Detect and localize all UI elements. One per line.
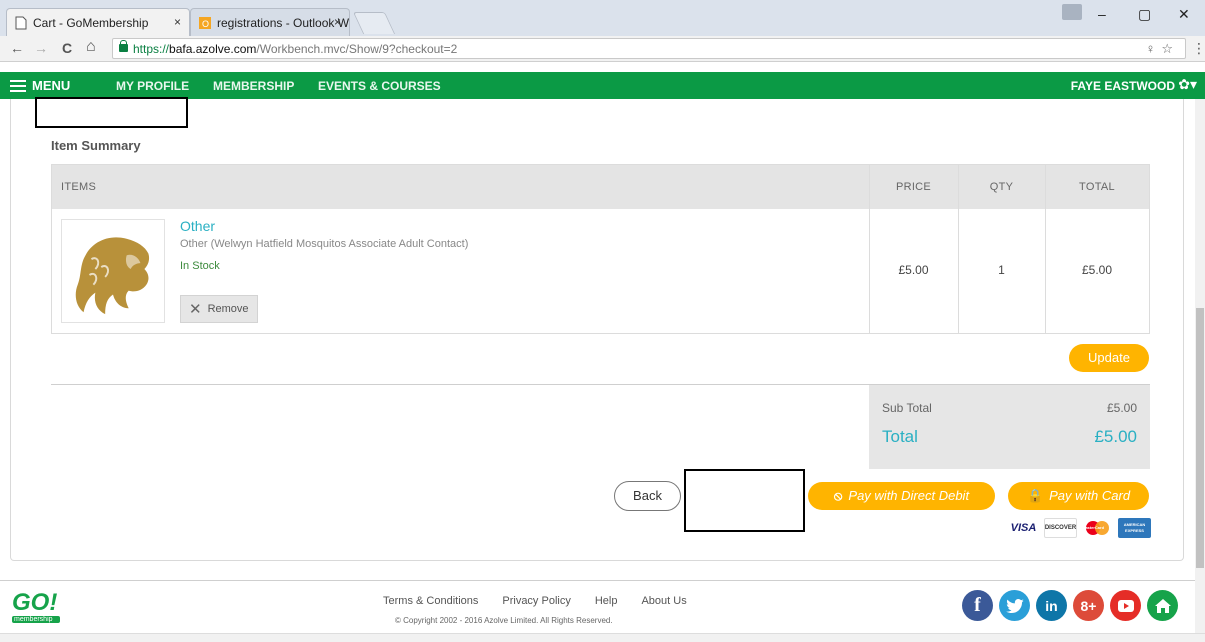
stock-status: In Stock bbox=[180, 260, 220, 272]
lock-icon: 🔒 bbox=[1026, 488, 1044, 503]
minimize-icon[interactable]: – bbox=[1098, 6, 1106, 22]
logo-text: GO! bbox=[12, 589, 58, 616]
play-icon bbox=[1117, 599, 1134, 612]
house-icon bbox=[1154, 598, 1171, 613]
terms-link[interactable]: Terms & Conditions bbox=[383, 595, 478, 607]
lion-logo-icon bbox=[75, 237, 150, 315]
redacted-box bbox=[35, 97, 188, 128]
maximize-icon[interactable]: ▢ bbox=[1138, 6, 1151, 23]
card-logos: VISA DISCOVER MasterCard AMERICAN EXPRES… bbox=[1007, 518, 1151, 538]
mastercard-icon: MasterCard bbox=[1081, 518, 1114, 538]
tab-title: registrations - Outlook W bbox=[217, 16, 350, 30]
update-button[interactable]: Update bbox=[1069, 344, 1149, 372]
header-price: PRICE bbox=[869, 165, 958, 209]
social-icons: f in 8+ bbox=[962, 590, 1178, 621]
close-tab-icon[interactable]: × bbox=[174, 15, 181, 29]
total-label: Total bbox=[882, 427, 918, 446]
googleplus-icon[interactable]: 8+ bbox=[1073, 590, 1104, 621]
home-icon[interactable]: ⌂ bbox=[86, 38, 96, 56]
section-title: Item Summary bbox=[51, 138, 141, 153]
profile-icon[interactable] bbox=[1062, 4, 1082, 20]
sub-total-label: Sub Total bbox=[882, 401, 932, 415]
pay-direct-debit-label: Pay with Direct Debit bbox=[848, 488, 970, 503]
browser-menu-icon[interactable]: ⋮ bbox=[1192, 40, 1205, 57]
about-link[interactable]: About Us bbox=[641, 595, 686, 607]
back-button[interactable]: Back bbox=[614, 481, 681, 511]
gear-icon[interactable]: ✿▾ bbox=[1178, 76, 1197, 93]
close-window-icon[interactable]: ✕ bbox=[1178, 6, 1190, 23]
linkedin-icon[interactable]: in bbox=[1036, 590, 1067, 621]
header-items: ITEMS bbox=[52, 165, 869, 209]
remove-label: Remove bbox=[207, 303, 249, 315]
items-table: ITEMS PRICE QTY TOTAL Other Other (Welwy… bbox=[51, 164, 1150, 334]
horizontal-scrollbar[interactable] bbox=[0, 633, 1205, 642]
nav-link-events-courses[interactable]: EVENTS & COURSES bbox=[318, 79, 441, 93]
logo-subtext: membership bbox=[12, 616, 60, 623]
bookmark-star-icon[interactable]: ♀☆ bbox=[1146, 41, 1179, 57]
item-description: Other (Welwyn Hatfield Mosquitos Associa… bbox=[180, 238, 469, 250]
tab-cart[interactable]: Cart - GoMembership × bbox=[6, 8, 190, 36]
header-total: TOTAL bbox=[1045, 165, 1149, 209]
reload-icon[interactable]: C bbox=[62, 40, 72, 56]
direct-debit-icon: ⦸ bbox=[833, 488, 843, 503]
redacted-box bbox=[684, 469, 805, 532]
total-value: £5.00 bbox=[1094, 427, 1137, 446]
item-name-link[interactable]: Other bbox=[180, 218, 215, 234]
menu-button[interactable]: MENU bbox=[10, 78, 70, 93]
item-price: £5.00 bbox=[898, 263, 929, 277]
item-thumbnail bbox=[61, 219, 165, 323]
go-membership-logo[interactable]: GO! membership bbox=[12, 590, 68, 628]
pay-direct-debit-button[interactable]: ⦸ Pay with Direct Debit bbox=[808, 482, 995, 510]
tab-title: Cart - GoMembership bbox=[33, 16, 149, 30]
url-input[interactable]: https://bafa.azolve.com/Workbench.mvc/Sh… bbox=[112, 38, 1186, 59]
hamburger-icon bbox=[10, 79, 26, 92]
amex-icon: AMERICAN EXPRESS bbox=[1118, 518, 1151, 538]
back-arrow-icon[interactable]: ← bbox=[10, 40, 24, 56]
url-text: https://bafa.azolve.com/Workbench.mvc/Sh… bbox=[133, 42, 458, 56]
remove-button[interactable]: ✕ Remove bbox=[180, 295, 258, 323]
footer-divider bbox=[0, 580, 1195, 581]
home-icon[interactable] bbox=[1147, 590, 1178, 621]
column-divider bbox=[869, 165, 870, 333]
discover-icon: DISCOVER bbox=[1044, 518, 1077, 538]
youtube-icon[interactable] bbox=[1110, 590, 1141, 621]
scrollbar-thumb[interactable] bbox=[1196, 308, 1204, 568]
privacy-link[interactable]: Privacy Policy bbox=[502, 595, 570, 607]
visa-icon: VISA bbox=[1007, 518, 1040, 538]
totals-box: Sub Total £5.00 Total £5.00 bbox=[869, 385, 1150, 469]
page-icon bbox=[15, 16, 27, 30]
browser-tab-strip: Cart - GoMembership × O registrations - … bbox=[0, 0, 1205, 36]
pay-card-label: Pay with Card bbox=[1049, 488, 1131, 503]
new-tab-button[interactable] bbox=[352, 12, 396, 34]
close-tab-icon[interactable]: × bbox=[334, 15, 341, 29]
facebook-icon[interactable]: f bbox=[962, 590, 993, 621]
svg-text:O: O bbox=[202, 19, 209, 29]
twitter-icon[interactable] bbox=[999, 590, 1030, 621]
close-icon: ✕ bbox=[189, 301, 202, 318]
header-qty: QTY bbox=[958, 165, 1045, 209]
outlook-icon: O bbox=[199, 17, 211, 29]
lock-icon bbox=[119, 40, 128, 52]
footer-links: Terms & Conditions Privacy Policy Help A… bbox=[383, 595, 687, 607]
nav-link-my-profile[interactable]: MY PROFILE bbox=[116, 79, 189, 93]
copyright-text: © Copyright 2002 - 2016 Azolve Limited. … bbox=[395, 616, 613, 625]
nav-link-membership[interactable]: MEMBERSHIP bbox=[213, 79, 294, 93]
help-link[interactable]: Help bbox=[595, 595, 618, 607]
column-divider bbox=[1045, 165, 1046, 333]
menu-label: MENU bbox=[32, 78, 71, 93]
column-divider bbox=[958, 165, 959, 333]
pay-card-button[interactable]: 🔒 Pay with Card bbox=[1008, 482, 1149, 510]
address-bar: ← → C ⌂ https://bafa.azolve.com/Workbenc… bbox=[0, 36, 1205, 62]
forward-arrow-icon[interactable]: → bbox=[34, 40, 48, 56]
site-nav-bar: MENU MY PROFILE MEMBERSHIP EVENTS & COUR… bbox=[0, 72, 1205, 99]
user-name[interactable]: FAYE EASTWOOD bbox=[1071, 79, 1175, 93]
item-qty[interactable]: 1 bbox=[958, 263, 1045, 277]
sub-total-value: £5.00 bbox=[1106, 401, 1137, 415]
item-total: £5.00 bbox=[1081, 263, 1113, 277]
twitter-bird bbox=[1005, 598, 1024, 613]
tab-outlook[interactable]: O registrations - Outlook W × bbox=[190, 8, 350, 36]
